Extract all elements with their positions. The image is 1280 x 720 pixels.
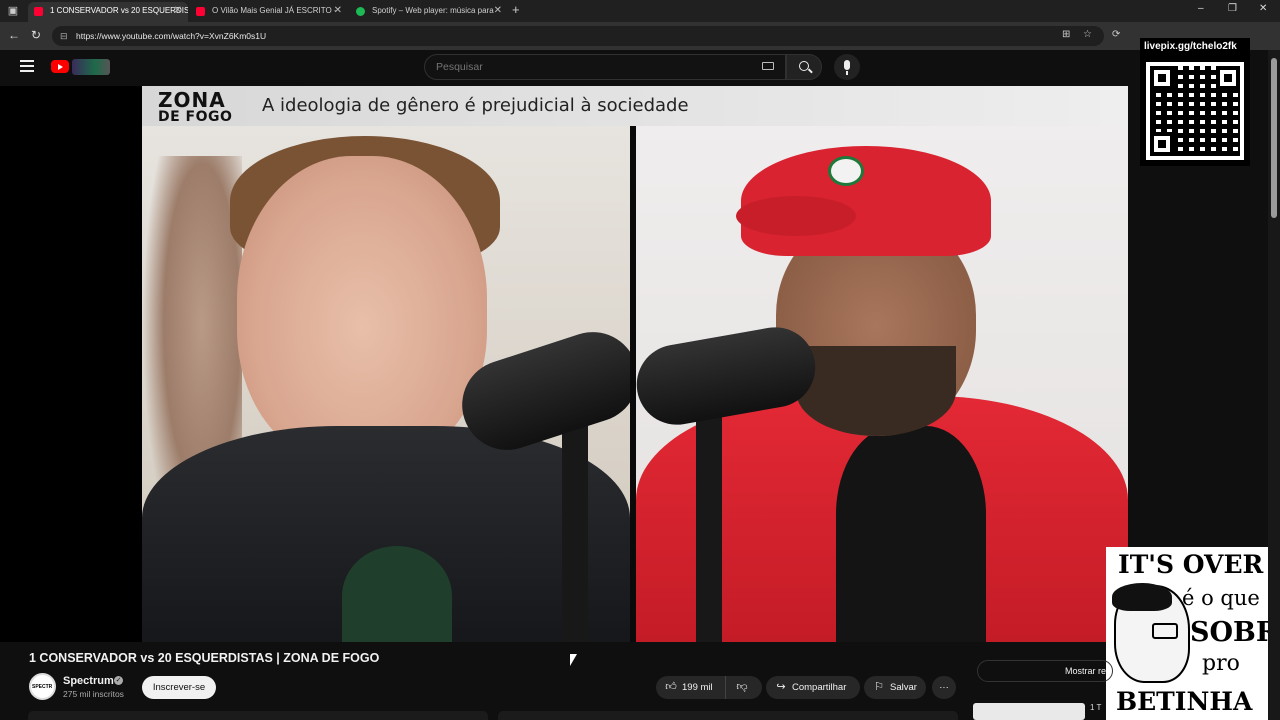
browser-tab-2[interactable]: O Vilão Mais Genial JÁ ESCRITO - ✕ [190,2,348,22]
meme-line-5: BETINHA [1116,687,1253,716]
cap-brim [736,196,856,236]
reload-icon[interactable]: ↻ [31,28,41,42]
mic-stand [562,416,588,642]
speaker-beard [796,346,956,436]
mic-stand [696,396,722,642]
thumbs-down-icon: 👎︎ [736,681,748,693]
minimize-icon[interactable]: – [1198,3,1204,14]
browser-tab-1[interactable]: 1 CONSERVADOR vs 20 ESQUERDISTAS ✕ [28,2,188,22]
banner-title: A ideologia de gênero é prejudicial à so… [262,95,689,116]
channel-name[interactable]: Spectrum [63,675,114,687]
more-actions-button[interactable]: ··· [932,676,956,699]
maximize-icon[interactable]: ❐ [1228,3,1237,14]
speaker-face [237,156,487,466]
tab-close-icon[interactable]: ✕ [174,2,182,20]
save-button[interactable]: ⚐ Salvar [864,676,926,699]
url-text: https://www.youtube.com/watch?v=XvnZ6Km0… [76,31,267,41]
menu-icon[interactable] [20,60,34,72]
address-bar-row: ← ↻ ⊟ https://www.youtube.com/watch?v=Xv… [0,22,1280,50]
search-button[interactable] [786,54,822,80]
youtube-logo-icon[interactable] [51,60,69,73]
url-field[interactable]: ⊟ https://www.youtube.com/watch?v=XvnZ6K… [52,26,1104,46]
video-title: 1 CONSERVADOR vs 20 ESQUERDISTAS | ZONA … [29,651,380,665]
meme-line-3: SOBRA [1190,617,1280,648]
qr-overlay: livepix.gg/tchelo2fk [1140,38,1250,166]
like-dislike-group: 👍︎ 199 mil 👎︎ [656,676,762,699]
speaker-shirt [342,546,452,642]
cap-badge [828,156,864,186]
youtube-favicon-icon [196,7,205,16]
description-panel[interactable] [28,711,488,720]
more-icon: ··· [939,682,949,693]
bookmark-icon: ⚐ [874,681,884,693]
app-install-icon[interactable]: ⊞ [1062,29,1070,40]
site-info-icon[interactable]: ⊟ [60,26,68,46]
zona-de-fogo-logo: ZONA DE FOGO [158,88,252,125]
meme-line-2: é o que [1182,586,1260,610]
search-box [424,54,822,80]
page-scrollbar[interactable] [1268,50,1280,720]
search-icon [799,61,809,71]
tab-title: Spotify – Web player: música para [372,6,494,15]
spotify-favicon-icon [356,7,365,16]
qr-finder [1150,132,1174,156]
share-button[interactable]: ↪ Compartilhar [766,676,860,699]
logo-line-2: DE FOGO [158,109,233,125]
comments-panel[interactable] [498,711,958,720]
meme-overlay: IT'S OVER é o que SOBRA pro BETINHA [1106,547,1280,720]
thumbs-up-icon: 👍︎ [665,681,677,693]
mouse-cursor-icon [570,654,577,666]
browser-tab-strip: ▣ 1 CONSERVADOR vs 20 ESQUERDISTAS ✕ O V… [0,0,1280,22]
meme-line-1: IT'S OVER [1118,550,1264,579]
subscribe-button[interactable]: Inscrever-se [142,676,216,699]
tab-close-icon[interactable]: ✕ [334,2,342,20]
subscriber-count: 275 mil inscritos [63,689,124,699]
qr-finder [1150,66,1174,90]
new-tab-icon[interactable]: + [512,2,520,17]
speaker-shirt [836,426,986,642]
save-label: Salvar [890,682,917,693]
keyboard-icon[interactable] [762,62,774,70]
verified-check-icon: ✓ [114,676,123,685]
window-menu-icon[interactable]: ▣ [6,4,20,18]
next-video-title[interactable]: 1 T [1090,703,1101,712]
qr-finder [1216,66,1240,90]
video-panel-left [142,126,630,642]
share-label: Compartilhar [792,682,847,693]
tab-close-icon[interactable]: ✕ [494,2,502,20]
meme-line-4: pro [1202,651,1240,676]
voice-search-icon[interactable] [834,54,860,80]
video-panel-right [636,126,1128,642]
refresh-ext-icon[interactable]: ⟳ [1112,29,1120,40]
like-button[interactable]: 👍︎ 199 mil [656,676,726,699]
channel-avatar[interactable] [29,673,56,700]
video-banner: ZONA DE FOGO A ideologia de gênero é pre… [142,86,1128,126]
like-count: 199 mil [682,682,713,693]
browser-tab-3[interactable]: Spotify – Web player: música para ✕ [350,2,508,22]
tab-title: 1 CONSERVADOR vs 20 ESQUERDISTAS [50,6,188,15]
close-window-icon[interactable]: ✕ [1259,3,1267,14]
scrollbar-thumb[interactable] [1271,58,1277,218]
qr-code [1146,62,1244,160]
tab-title: O Vilão Mais Genial JÁ ESCRITO - [212,6,337,15]
wojak-face-icon [1112,583,1190,683]
next-video-thumbnail[interactable] [973,703,1085,720]
show-chat-replay-button[interactable]: Mostrar re [977,660,1113,682]
favorite-star-icon[interactable]: ☆ [1083,29,1092,40]
qr-label: livepix.gg/tchelo2fk [1144,41,1237,52]
dislike-button[interactable]: 👎︎ [728,676,760,699]
video-player[interactable]: ZONA DE FOGO A ideologia de gênero é pre… [0,86,1128,642]
chat-toggle-label: Mostrar re [1064,666,1106,676]
youtube-doodle-logo[interactable] [72,59,110,75]
youtube-header [0,50,1280,86]
share-icon: ↪ [776,681,786,693]
youtube-favicon-icon [34,7,43,16]
search-input[interactable] [424,54,786,80]
back-icon[interactable]: ← [8,28,20,42]
